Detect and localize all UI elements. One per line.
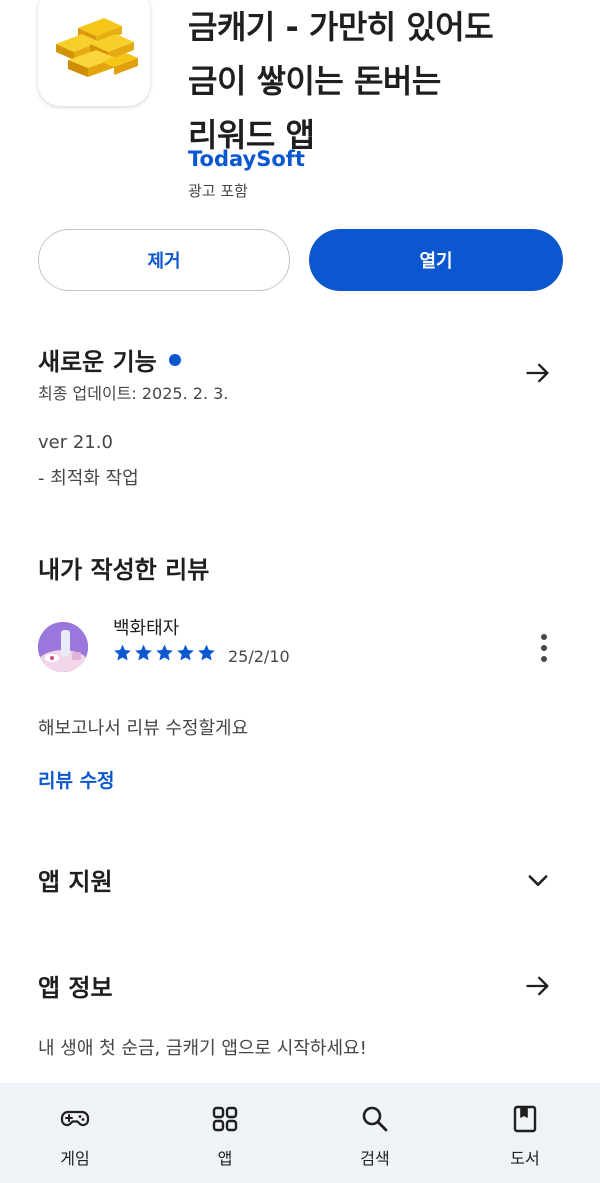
review-text: 해보고나서 리뷰 수정할게요 — [38, 718, 249, 739]
more-dot — [541, 656, 547, 662]
review-date: 25/2/10 — [228, 647, 290, 666]
star-icon — [135, 644, 152, 661]
more-dot — [541, 634, 547, 640]
my-review-title: 내가 작성한 리뷰 — [38, 556, 210, 584]
reviewer-name: 백화태자 — [113, 618, 180, 639]
nav-item-search[interactable]: 검색 — [300, 1083, 450, 1183]
bottom-nav: 게임 앱 검색 도서 — [0, 1083, 600, 1183]
book-icon — [513, 1105, 537, 1133]
star-icon — [156, 644, 173, 661]
whats-new-header[interactable]: 새로운 기능 — [38, 342, 181, 377]
nav-label: 도서 — [510, 1149, 540, 1168]
avatar — [38, 622, 88, 672]
app-header: 금캐기 - 가만히 있어도 금이 쌓이는 돈버는 리워드 앱 TodaySoft… — [0, 0, 600, 210]
remove-button[interactable]: 제거 — [38, 229, 290, 291]
nav-label: 게임 — [60, 1149, 90, 1168]
ads-note: 광고 포함 — [188, 182, 248, 200]
new-indicator-dot — [168, 354, 181, 366]
star-rating — [113, 643, 216, 662]
last-updated: 최종 업데이트: 2025. 2. 3. — [38, 384, 229, 403]
developer-link[interactable]: TodaySoft — [188, 147, 305, 171]
more-options-icon[interactable] — [532, 632, 556, 664]
arrow-right-icon[interactable] — [524, 359, 552, 387]
gold-bars-icon[interactable] — [38, 0, 150, 106]
chevron-down-icon[interactable] — [524, 866, 552, 894]
app-title-line: 금캐기 - 가만히 있어도 — [188, 8, 494, 46]
nav-label: 검색 — [360, 1149, 390, 1168]
edit-review-link[interactable]: 리뷰 수정 — [38, 766, 115, 793]
star-icon — [177, 644, 194, 661]
more-dot — [541, 645, 547, 651]
gamepad-icon — [60, 1110, 90, 1127]
open-button[interactable]: 열기 — [309, 229, 563, 291]
arrow-right-icon[interactable] — [524, 972, 552, 1000]
app-description: 내 생애 첫 순금, 금캐기 앱으로 시작하세요! — [38, 1038, 367, 1059]
star-icon — [198, 644, 215, 661]
app-info-header[interactable]: 앱 정보 — [38, 968, 113, 1003]
search-icon — [362, 1106, 388, 1132]
release-notes: - 최적화 작업 — [38, 468, 139, 489]
nav-item-apps[interactable]: 앱 — [150, 1083, 300, 1183]
nav-item-books[interactable]: 도서 — [450, 1083, 600, 1183]
version-text: ver 21.0 — [38, 432, 113, 453]
app-support-header[interactable]: 앱 지원 — [38, 862, 113, 897]
app-title: 금캐기 - 가만히 있어도 금이 쌓이는 돈버는 리워드 앱 — [188, 0, 588, 162]
whats-new-title: 새로운 기능 — [38, 348, 157, 376]
app-title-line: 금이 쌓이는 돈버는 — [188, 62, 441, 100]
star-icon — [114, 644, 131, 661]
apps-grid-icon — [212, 1106, 238, 1132]
nav-item-games[interactable]: 게임 — [0, 1083, 150, 1183]
nav-label: 앱 — [217, 1149, 233, 1168]
